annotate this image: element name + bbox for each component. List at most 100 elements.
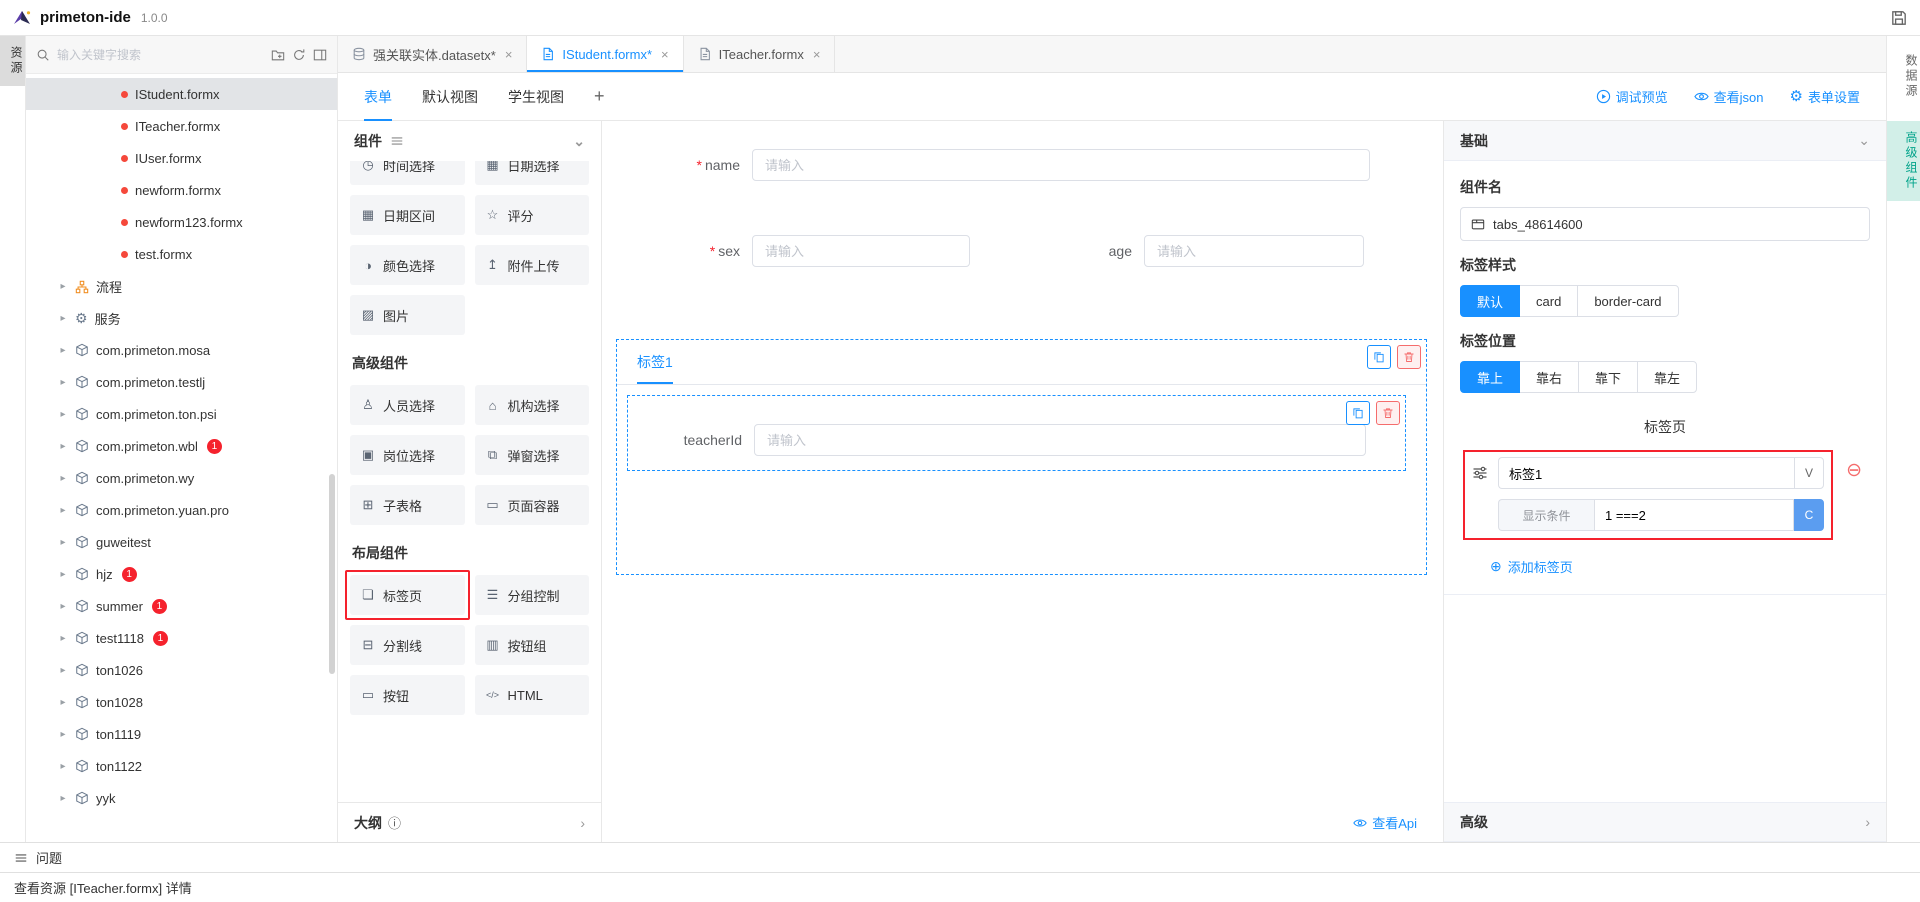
field-row-teacherid[interactable]: teacherId	[628, 424, 1405, 456]
tree-item[interactable]: newform123.formx	[26, 206, 337, 238]
expand-arrow-icon[interactable]: ▸	[58, 729, 68, 740]
close-tab-icon[interactable]: ×	[505, 47, 513, 62]
problems-bar[interactable]: 问题	[0, 842, 1920, 872]
palette-header[interactable]: 组件 ⌄	[338, 121, 601, 161]
expand-arrow-icon[interactable]: ▸	[58, 377, 68, 388]
tree-item[interactable]: ▸summer1	[26, 590, 337, 622]
form-canvas[interactable]: *name *sex age	[602, 121, 1443, 842]
editor-tab-iteacher[interactable]: ITeacher.formx ×	[684, 36, 836, 72]
tab-label[interactable]: 标签1	[637, 352, 673, 384]
tree-item[interactable]: ▸ton1122	[26, 750, 337, 782]
style-card-button[interactable]: card	[1519, 285, 1578, 317]
palette-item-dialog[interactable]: ⧉弹窗选择	[475, 435, 590, 475]
palette-item-rating[interactable]: ☆评分	[475, 195, 590, 235]
position-top-button[interactable]: 靠上	[1460, 361, 1520, 393]
chevron-right-icon[interactable]: ›	[580, 815, 585, 831]
style-border-card-button[interactable]: border-card	[1577, 285, 1678, 317]
close-tab-icon[interactable]: ×	[813, 47, 821, 62]
add-tab-button[interactable]: ⊕ 添加标签页	[1490, 557, 1870, 576]
palette-item-subtable[interactable]: ⊞子表格	[350, 485, 465, 525]
expand-arrow-icon[interactable]: ▸	[58, 345, 68, 356]
chevron-down-icon[interactable]: ⌄	[573, 133, 585, 150]
palette-item-upload[interactable]: ↥附件上传	[475, 245, 590, 285]
view-tab-student[interactable]: 学生视图	[508, 73, 564, 121]
teacherid-input[interactable]	[754, 424, 1366, 456]
field-sex[interactable]: *sex	[602, 235, 970, 267]
palette-item-image[interactable]: ▨图片	[350, 295, 465, 335]
tab-name-input[interactable]	[1498, 457, 1794, 489]
palette-item-time[interactable]: ◷时间选择	[350, 161, 465, 185]
component-name-field[interactable]	[1460, 207, 1870, 241]
position-right-button[interactable]: 靠右	[1519, 361, 1579, 393]
tree-item[interactable]: IStudent.formx	[26, 78, 337, 110]
palette-item-html[interactable]: </>HTML	[475, 675, 590, 715]
view-api-link[interactable]: 查看Api	[1353, 813, 1443, 842]
expand-arrow-icon[interactable]: ▸	[58, 441, 68, 452]
tree-item[interactable]: newform.formx	[26, 174, 337, 206]
tree-item[interactable]: ▸com.primeton.testlj	[26, 366, 337, 398]
search-input[interactable]	[57, 48, 264, 62]
style-default-button[interactable]: 默认	[1460, 285, 1520, 317]
tree-item[interactable]: ▸ton1028	[26, 686, 337, 718]
chevron-down-icon[interactable]: ⌄	[1858, 132, 1870, 149]
expand-arrow-icon[interactable]: ▸	[58, 473, 68, 484]
expand-arrow-icon[interactable]: ▸	[58, 665, 68, 676]
tree-item[interactable]: ▸com.primeton.ton.psi	[26, 398, 337, 430]
tree-item[interactable]: ▸⚙服务	[26, 302, 337, 334]
tree-item[interactable]: ▸com.primeton.mosa	[26, 334, 337, 366]
palette-item-daterange[interactable]: ▦日期区间	[350, 195, 465, 235]
expand-arrow-icon[interactable]: ▸	[58, 633, 68, 644]
view-tab-form[interactable]: 表单	[364, 73, 392, 121]
palette-item-date[interactable]: ▦日期选择	[475, 161, 590, 185]
tree-scrollbar[interactable]	[329, 474, 335, 674]
new-folder-icon[interactable]	[271, 48, 285, 62]
section-basic[interactable]: 基础 ⌄	[1444, 121, 1886, 161]
expand-arrow-icon[interactable]: ▸	[58, 793, 68, 804]
tree-item[interactable]: ▸guweitest	[26, 526, 337, 558]
tree-item[interactable]: ▸流程	[26, 270, 337, 302]
palette-item-color[interactable]: ◑颜色选择	[350, 245, 465, 285]
tree-item[interactable]: ▸hjz1	[26, 558, 337, 590]
palette-item-group[interactable]: ☰分组控制	[475, 575, 590, 615]
expand-arrow-icon[interactable]: ▸	[58, 505, 68, 516]
expand-arrow-icon[interactable]: ▸	[58, 601, 68, 612]
position-left-button[interactable]: 靠左	[1637, 361, 1697, 393]
tree-item[interactable]: ▸com.primeton.wbl1	[26, 430, 337, 462]
tree-item[interactable]: test.formx	[26, 238, 337, 270]
view-tab-default[interactable]: 默认视图	[422, 73, 478, 121]
tree-item[interactable]: IUser.formx	[26, 142, 337, 174]
palette-item-buttongroup[interactable]: ▥按钮组	[475, 625, 590, 665]
chevron-right-icon[interactable]: ›	[1865, 814, 1870, 830]
expand-arrow-icon[interactable]: ▸	[58, 537, 68, 548]
tree-item[interactable]: ▸ton1119	[26, 718, 337, 750]
tree-item[interactable]: ▸com.primeton.wy	[26, 462, 337, 494]
debug-preview-button[interactable]: 调试预览	[1596, 87, 1668, 106]
age-input[interactable]	[1144, 235, 1364, 267]
outline-section[interactable]: 大纲 ⓘ ›	[338, 802, 601, 842]
view-json-button[interactable]: 查看json	[1694, 87, 1764, 106]
sliders-icon[interactable]	[1472, 465, 1488, 481]
palette-item-org[interactable]: ⌂机构选择	[475, 385, 590, 425]
sex-input[interactable]	[752, 235, 970, 267]
form-settings-button[interactable]: ⚙ 表单设置	[1790, 87, 1860, 106]
section-advanced[interactable]: 高级 ›	[1444, 802, 1886, 842]
remove-tab-button[interactable]: ⊖	[1846, 461, 1862, 480]
expand-arrow-icon[interactable]: ▸	[58, 569, 68, 580]
palette-item-button[interactable]: ▭按钮	[350, 675, 465, 715]
palette-item-tabs[interactable]: ❏标签页	[350, 575, 465, 615]
collapse-panel-icon[interactable]	[313, 48, 327, 62]
rail-tab-datasource[interactable]: 数据源	[1887, 44, 1920, 109]
tree-item[interactable]: ▸yyk	[26, 782, 337, 814]
copy-component-button[interactable]	[1367, 345, 1391, 369]
tree-item[interactable]: ITeacher.formx	[26, 110, 337, 142]
tree-item[interactable]: ▸ton1026	[26, 654, 337, 686]
expand-arrow-icon[interactable]: ▸	[58, 281, 68, 292]
copy-component-button[interactable]	[1346, 401, 1370, 425]
palette-item-person[interactable]: ♙人员选择	[350, 385, 465, 425]
field-row-name[interactable]: *name	[602, 149, 1443, 181]
palette-item-divider[interactable]: ⊟分割线	[350, 625, 465, 665]
tree-item[interactable]: ▸test11181	[26, 622, 337, 654]
rail-tab-advanced-components[interactable]: 高级组件	[1887, 121, 1920, 201]
expand-arrow-icon[interactable]: ▸	[58, 313, 68, 324]
expand-arrow-icon[interactable]: ▸	[58, 697, 68, 708]
